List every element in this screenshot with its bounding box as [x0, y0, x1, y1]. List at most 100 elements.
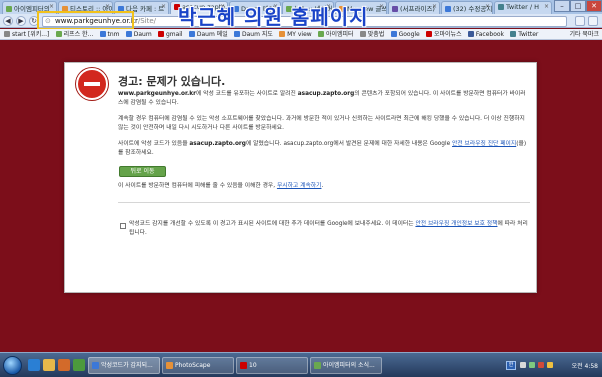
bookmark-icon [4, 31, 10, 37]
url-host: www.parkgeunhye.or.kr [55, 17, 138, 25]
close-icon[interactable]: × [485, 3, 490, 10]
malware-source: asacup.zapto.org [189, 141, 246, 147]
chrome-icon[interactable] [73, 359, 85, 371]
close-icon[interactable]: × [161, 3, 166, 10]
bookmark-icon [55, 31, 62, 37]
tab-9[interactable]: Twitter / H × [494, 1, 552, 14]
bookmark-item[interactable]: 리프스 한... [55, 29, 93, 39]
text: 사이트에 악성 코드가 있음을 [118, 141, 190, 147]
bookmark-icon [157, 31, 164, 37]
taskbar-item-10[interactable]: 10 [236, 357, 308, 374]
close-window-button[interactable]: ✕ [586, 0, 602, 12]
text: 에 알렸습니다. asacup.zapto.org에서 발견된 문제에 대한 자… [245, 141, 453, 147]
media-icon[interactable] [58, 359, 70, 371]
diagnostic-page-link[interactable]: 안전 브라우징 진단 페이지 [452, 141, 516, 147]
text: . [321, 183, 324, 189]
browser-icon [314, 362, 321, 369]
app-icon [240, 362, 247, 369]
tab-8[interactable]: (32) 수정공지 × [441, 1, 493, 14]
warning-paragraph-1: www.parkgeunhye.or.kr에 악성 코드를 유포하는 사이트로 … [118, 90, 530, 107]
tab-favicon-icon [392, 6, 398, 12]
malware-source: asacup.zapto.org [297, 91, 355, 97]
tab-favicon-icon [445, 6, 451, 12]
security-icon[interactable] [538, 362, 544, 368]
bookmarks-bar: start [위키...] 리프스 한... tnm Daum gmail Da… [0, 29, 602, 40]
ie-icon[interactable] [28, 359, 40, 371]
close-icon[interactable]: × [432, 3, 437, 10]
bookmark-item[interactable]: MY view [279, 29, 312, 39]
bookmark-item[interactable]: 오마이뉴스 [425, 29, 462, 39]
bookmark-item[interactable]: Facebook [467, 29, 504, 39]
taskbar: 악성코드가 감지되... PhotoScape 10 아이엠피터의 소식... … [0, 352, 602, 377]
tab-label: 다음 카페 : 트 [126, 5, 165, 13]
url-path: /Site/ [137, 17, 156, 25]
other-bookmarks[interactable]: 기타 북마크 [565, 29, 599, 39]
task-label: PhotoScape [175, 362, 211, 369]
bookmark-icon [425, 31, 432, 37]
bookmark-item[interactable]: 맞춤법 [359, 29, 384, 39]
proceed-anyway-link[interactable]: 무시하고 계속하기 [277, 183, 322, 189]
forward-button[interactable]: ▶ [16, 16, 26, 26]
network-icon[interactable] [529, 362, 535, 368]
tab-0[interactable]: 아이엠피터의 × [2, 1, 57, 14]
close-icon[interactable]: × [544, 3, 549, 10]
ime-indicator[interactable]: 한 [506, 361, 516, 370]
page-icon: ⊙ [45, 17, 51, 25]
bookmark-item[interactable]: Daum [125, 29, 152, 39]
report-checkbox[interactable] [120, 223, 126, 229]
chrome-icon [92, 362, 99, 369]
system-tray: 한 오전 4:58 [506, 356, 602, 375]
task-label: 10 [249, 362, 257, 369]
close-icon[interactable]: × [105, 3, 110, 10]
maximize-button[interactable]: □ [570, 0, 586, 12]
tab-7[interactable]: (서프라이즈) × [388, 1, 440, 14]
toolbar-actions [575, 16, 598, 26]
tray-app-icon[interactable] [547, 362, 553, 368]
text: 이 사이트를 방문하면 컴퓨터에 피해를 줄 수 있음을 이해한 경우, [118, 183, 277, 189]
report-text: 악성코드 감지를 개선할 수 있도록 이 경고가 표시된 사이트에 대한 추가 … [129, 220, 530, 237]
tab-2[interactable]: 다음 카페 : 트 × [114, 1, 169, 14]
go-back-button[interactable]: 뒤로 이동 [119, 166, 166, 177]
taskbar-item-chrome[interactable]: 악성코드가 감지되... [88, 357, 160, 374]
start-button[interactable] [3, 356, 22, 375]
bookmark-item[interactable]: Daum 지도 [233, 29, 273, 39]
page-menu-icon[interactable] [575, 16, 585, 26]
photoscape-icon [166, 362, 173, 369]
tab-1[interactable]: 티스토리 :: 아이 × [58, 1, 113, 14]
text: 에 악성 코드를 유포하는 사이트로 알려진 [195, 91, 298, 97]
bookmark-icon [125, 31, 132, 37]
wrench-icon[interactable] [588, 16, 598, 26]
window-controls: – □ ✕ [554, 0, 602, 12]
bookmark-item[interactable]: gmail [157, 29, 183, 39]
bookmark-item[interactable]: Google [390, 29, 420, 39]
bookmark-icon [279, 31, 286, 37]
bookmark-icon [233, 31, 240, 37]
close-icon[interactable]: × [379, 3, 384, 10]
tab-favicon-icon [6, 6, 12, 12]
task-label: 아이엠피터의 소식... [323, 362, 375, 369]
reload-button[interactable]: ↻ [29, 16, 39, 26]
bookmark-icon [510, 31, 517, 37]
bookmark-item[interactable]: start [위키...] [4, 29, 49, 39]
folder-icon[interactable] [43, 359, 55, 371]
stop-icon [76, 68, 108, 100]
bookmark-item[interactable]: 아이엠피터 [317, 29, 354, 39]
warning-paragraph-3: 사이트에 악성 코드가 있음을 asacup.zapto.org에 알렸습니다.… [118, 140, 530, 157]
bookmark-item[interactable]: Twitter [510, 29, 538, 39]
close-icon[interactable]: × [49, 3, 54, 10]
minimize-button[interactable]: – [554, 0, 570, 12]
bookmark-item[interactable]: Daum 메일 [188, 29, 228, 39]
tab-favicon-icon [62, 6, 68, 12]
privacy-policy-link[interactable]: 안전 브라우징 개인정보 보호 정책 [415, 221, 497, 227]
divider [118, 202, 530, 203]
bookmark-item[interactable]: tnm [99, 29, 120, 39]
bookmark-icon [390, 31, 397, 37]
back-button[interactable]: ◀ [3, 16, 13, 26]
taskbar-item-blog[interactable]: 아이엠피터의 소식... [310, 357, 382, 374]
text: 악성코드 감지를 개선할 수 있도록 이 경고가 표시된 사이트에 대한 추가 … [129, 221, 416, 227]
tab-label: Twitter / H [506, 3, 539, 11]
warning-title: 경고: 문제가 있습니다. [118, 75, 226, 88]
site-name: www.parkgeunhye.or.kr [118, 91, 196, 97]
taskbar-item-photoscape[interactable]: PhotoScape [162, 357, 234, 374]
volume-icon[interactable] [520, 362, 526, 368]
